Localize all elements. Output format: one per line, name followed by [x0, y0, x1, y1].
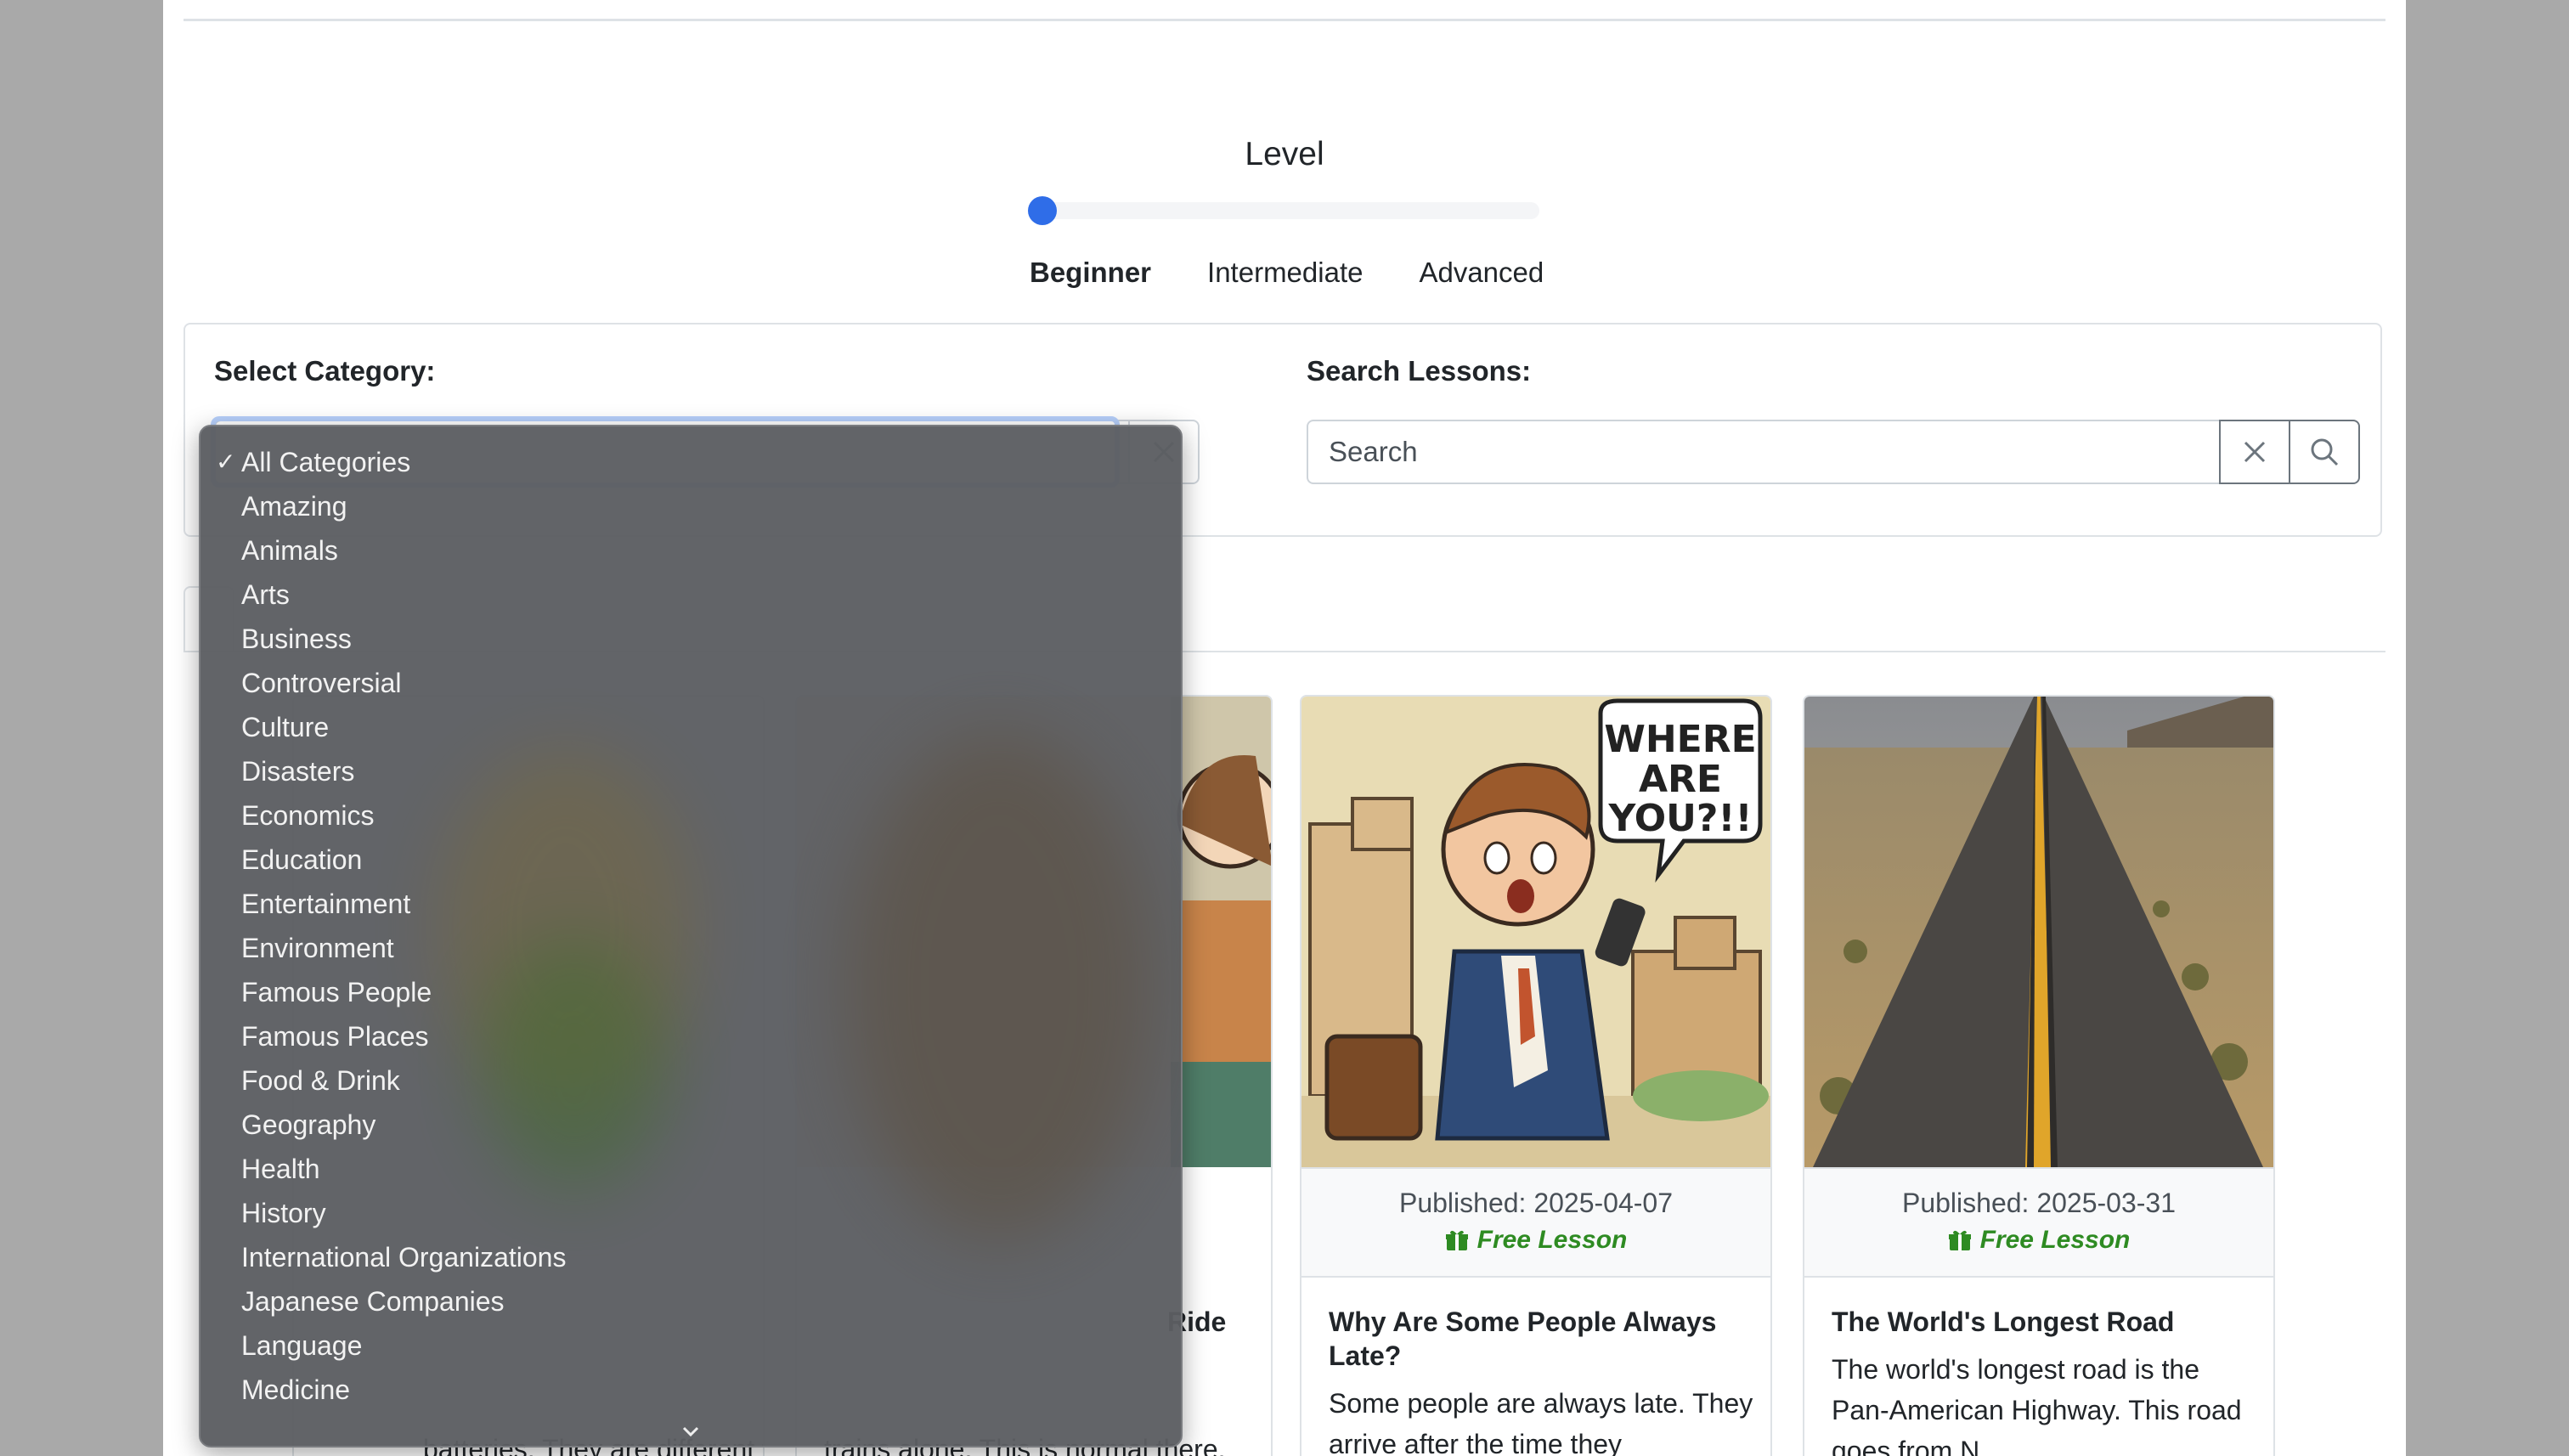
category-option-label: Economics: [241, 800, 375, 831]
free-lesson-label: Free Lesson: [1476, 1226, 1628, 1254]
category-option[interactable]: Amazing: [200, 484, 1181, 528]
level-option-beginner[interactable]: Beginner: [1030, 257, 1151, 289]
category-option[interactable]: Medicine: [200, 1368, 1181, 1412]
category-option-label: Amazing: [241, 491, 347, 522]
category-option[interactable]: Health: [200, 1147, 1181, 1191]
card-image: [1804, 697, 2273, 1167]
card-text: Some people are always late. They arrive…: [1329, 1388, 1753, 1456]
gift-icon: [1948, 1230, 1971, 1250]
category-option[interactable]: Culture: [200, 705, 1181, 749]
category-option-label: Business: [241, 624, 352, 654]
category-option-label: Culture: [241, 712, 330, 742]
category-option[interactable]: Business: [200, 617, 1181, 661]
category-option-label: Geography: [241, 1109, 376, 1140]
category-option[interactable]: Disasters: [200, 749, 1181, 793]
category-option-label: History: [241, 1198, 326, 1228]
category-option[interactable]: Famous Places: [200, 1014, 1181, 1058]
category-option-label: Education: [241, 844, 363, 875]
card-title[interactable]: The World's Longest Road: [1832, 1305, 2253, 1339]
category-option-label: Famous People: [241, 977, 432, 1007]
category-option[interactable]: Language: [200, 1323, 1181, 1368]
category-option[interactable]: Entertainment: [200, 882, 1181, 926]
category-option[interactable]: Geography: [200, 1103, 1181, 1147]
lesson-card[interactable]: WHERE ARE YOU?!! Published: 2025-04-07 F…: [1300, 695, 1772, 1456]
category-option[interactable]: Japanese Companies: [200, 1279, 1181, 1323]
free-lesson-badge: Free Lesson: [1804, 1226, 2273, 1255]
category-option[interactable]: Famous People: [200, 970, 1181, 1014]
category-option[interactable]: History: [200, 1191, 1181, 1235]
category-option-label: International Organizations: [241, 1242, 567, 1273]
level-slider-track[interactable]: [1030, 202, 1539, 219]
category-option-label: Japanese Companies: [241, 1286, 505, 1317]
category-option-label: Controversial: [241, 668, 402, 698]
category-option-label: Famous Places: [241, 1021, 429, 1052]
search-group: [1307, 420, 2360, 484]
search-icon: [2311, 438, 2339, 466]
category-option[interactable]: Education: [200, 838, 1181, 882]
category-option-label: Health: [241, 1154, 320, 1184]
category-option-label: Medicine: [241, 1374, 351, 1405]
category-option[interactable]: Food & Drink: [200, 1058, 1181, 1103]
close-icon: [2244, 441, 2266, 463]
svg-text:YOU?!!: YOU?!!: [1607, 797, 1752, 840]
level-option-advanced[interactable]: Advanced: [1419, 257, 1544, 289]
free-lesson-label: Free Lesson: [1979, 1226, 2131, 1254]
search-clear-button[interactable]: [2219, 420, 2290, 484]
level-option-intermediate[interactable]: Intermediate: [1207, 257, 1363, 289]
category-option[interactable]: International Organizations: [200, 1235, 1181, 1279]
card-image: WHERE ARE YOU?!!: [1301, 697, 1770, 1167]
scroll-more-indicator[interactable]: [200, 1425, 1181, 1442]
search-input[interactable]: [1307, 420, 2221, 484]
svg-text:ARE: ARE: [1639, 758, 1722, 801]
category-option-list: ✓ All Categories Amazing Animals Arts Busines…: [200, 440, 1181, 1412]
category-option-label: Food & Drink: [241, 1065, 400, 1096]
category-option[interactable]: Economics: [200, 793, 1181, 838]
category-option-label: Animals: [241, 535, 338, 566]
category-option[interactable]: Controversial: [200, 661, 1181, 705]
category-dropdown-menu[interactable]: ✓ All Categories Amazing Animals Arts Busines…: [199, 425, 1183, 1448]
category-option-label: Language: [241, 1330, 363, 1361]
level-slider-thumb[interactable]: [1028, 196, 1057, 225]
category-option-label: Disasters: [241, 756, 355, 787]
search-label: Search Lessons:: [1307, 355, 1532, 387]
checkmark-icon: ✓: [216, 449, 236, 475]
category-option[interactable]: ✓ All Categories: [200, 440, 1181, 484]
category-label: Select Category:: [214, 355, 436, 387]
top-divider: [184, 19, 2386, 21]
published-date: Published: 2025-03-31: [1901, 1188, 2176, 1218]
search-button[interactable]: [2289, 420, 2360, 484]
card-text: The world's longest road is the Pan-Amer…: [1832, 1354, 2242, 1456]
category-option[interactable]: Animals: [200, 528, 1181, 573]
category-option[interactable]: Environment: [200, 926, 1181, 970]
card-meta: Published: 2025-03-31 Free Lesson: [1804, 1167, 2273, 1278]
free-lesson-badge: Free Lesson: [1301, 1226, 1770, 1255]
category-option-label: Arts: [241, 579, 290, 610]
lesson-card[interactable]: Published: 2025-03-31 Free Lesson The Wo…: [1803, 695, 2275, 1456]
category-option-label: Environment: [241, 933, 394, 963]
level-title: Level: [1245, 136, 1324, 172]
card-title[interactable]: Why Are Some People Always Late?: [1329, 1305, 1750, 1373]
category-option-label: Entertainment: [241, 889, 411, 919]
category-option-label: All Categories: [241, 447, 411, 477]
card-meta: Published: 2025-04-07 Free Lesson: [1301, 1167, 1770, 1278]
chevron-down-icon: [682, 1426, 699, 1437]
category-option[interactable]: Arts: [200, 573, 1181, 617]
gift-icon: [1445, 1230, 1468, 1250]
svg-text:WHERE: WHERE: [1604, 718, 1756, 761]
published-date: Published: 2025-04-07: [1398, 1188, 1673, 1218]
level-labels: Beginner Intermediate Advanced: [1030, 257, 1556, 289]
